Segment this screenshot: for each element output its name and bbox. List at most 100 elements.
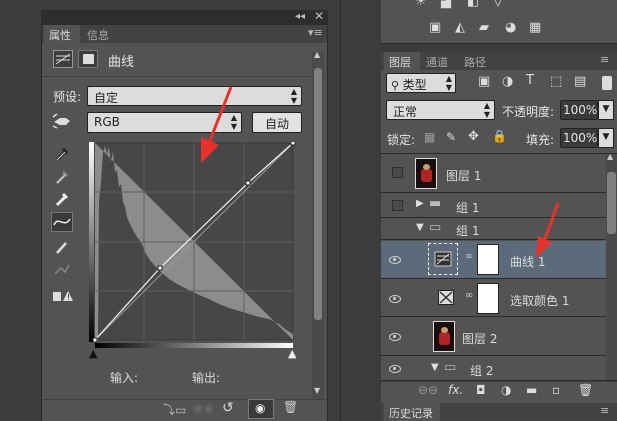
new-group-icon[interactable]: ▬ (526, 383, 537, 397)
layer-row[interactable]: ▼ ▭ 组 2 (381, 357, 617, 381)
layer-row[interactable]: ∞ 选取颜色 1 (381, 280, 617, 317)
invert-icon[interactable]: ◭ (455, 20, 465, 35)
eye-icon[interactable] (388, 255, 402, 265)
fill-input[interactable]: 100% (560, 128, 598, 148)
panel-menu-icon[interactable]: ▾≡ (308, 26, 323, 39)
warning-icon: ! (53, 291, 73, 302)
targeted-adjustment-hand-icon[interactable] (52, 113, 74, 129)
layer-row[interactable]: 图层 1 (381, 154, 617, 193)
layer-row[interactable]: ▼ ▭ 组 1 (381, 219, 617, 240)
layers-scrollbar[interactable]: ▲ (606, 152, 617, 380)
new-layer-icon[interactable]: ▫ (552, 383, 560, 397)
collapse-icon[interactable]: ◂◂ (295, 11, 305, 22)
layer-filter-dropdown[interactable]: ⚲ 类型 ▲ ▼ (386, 73, 456, 93)
visibility-toggle[interactable]: ◉ (248, 399, 274, 419)
filter-adjustment-icon[interactable]: ◑ (502, 74, 513, 89)
clip-to-layer-icon[interactable]: ⤵▭ (163, 401, 186, 418)
filter-toggle-icon[interactable] (602, 76, 612, 90)
collapse-arrow-icon[interactable]: ▼ (431, 362, 439, 373)
eye-icon[interactable] (388, 294, 402, 304)
lock-move-icon[interactable]: ✥ (468, 129, 479, 144)
curves-adjustment-icon[interactable] (53, 50, 73, 68)
curve-point[interactable] (92, 337, 98, 343)
lock-transparent-icon[interactable]: ▦ (424, 130, 435, 144)
visibility-off-box[interactable] (392, 200, 403, 211)
sample-gray-point-icon[interactable] (54, 169, 70, 185)
curve-point[interactable] (245, 180, 251, 186)
layers-panel-menu-icon[interactable]: ≡ (600, 53, 609, 66)
view-previous-icon[interactable]: ◉◉ (193, 401, 214, 415)
gradient-map-icon[interactable]: ▣ (429, 20, 441, 35)
delete-layer-icon[interactable]: 🗑 (578, 383, 593, 397)
add-mask-icon[interactable]: ◘ (476, 383, 486, 397)
curves-graph-area[interactable] (89, 140, 296, 348)
layer-style-icon[interactable]: fx. (448, 383, 463, 397)
curve-point[interactable] (290, 140, 296, 146)
fill-slider-button[interactable]: ▼ (598, 128, 614, 148)
collapse-arrow-icon[interactable]: ▼ (416, 222, 424, 233)
lock-all-icon[interactable]: 🔒 (492, 129, 507, 143)
scroll-thumb[interactable] (314, 68, 322, 320)
filter-smart-object-icon[interactable]: ▤ (574, 74, 586, 89)
lock-label: 锁定: (387, 133, 416, 147)
lock-brush-icon[interactable]: ✎ (446, 130, 456, 144)
scroll-down-icon[interactable]: ▼ (314, 386, 320, 395)
opacity-input[interactable]: 100% (560, 100, 598, 120)
exposure-icon[interactable]: ◧ (467, 0, 479, 9)
properties-scrollbar[interactable]: ▲ ▼ (312, 50, 324, 399)
visibility-off-box[interactable] (392, 167, 403, 178)
layer-row[interactable]: 图层 2 (381, 318, 617, 356)
curve-point[interactable] (157, 265, 163, 271)
new-adjustment-icon[interactable]: ◑ (501, 383, 511, 397)
blend-mode-dropdown[interactable]: 正常 ▲ ▼ (386, 100, 495, 120)
tab-info[interactable]: 信息 (82, 25, 118, 43)
delete-icon[interactable]: 🗑 (283, 400, 298, 414)
filter-pixel-icon[interactable]: ▣ (478, 74, 490, 89)
curves-graph[interactable] (89, 140, 296, 348)
draw-curve-tool[interactable] (54, 239, 70, 255)
scroll-up-icon[interactable]: ▲ (607, 152, 613, 161)
scroll-up-icon[interactable]: ▲ (314, 50, 320, 59)
clipping-warning-tool[interactable]: ! (52, 287, 74, 303)
annotation-arrow-icon (536, 202, 560, 258)
tab-properties[interactable]: 属性 (44, 25, 80, 43)
filter-shape-icon[interactable]: ⬚ (550, 74, 562, 89)
auto-button[interactable]: 自动 (252, 112, 302, 133)
eye-icon[interactable] (388, 332, 402, 342)
reset-icon[interactable]: ↺ (222, 400, 234, 416)
layer-mask-thumbnail[interactable] (477, 244, 499, 275)
layer-row-selected[interactable]: ∞ 曲线 1 (381, 241, 617, 279)
link-layers-icon[interactable]: ⊖⊖ (418, 383, 438, 397)
filter-type-icon[interactable]: T (526, 73, 534, 88)
selective-color-icon[interactable]: ◕ (505, 20, 516, 35)
levels-icon[interactable]: ▟ (441, 0, 451, 9)
smooth-curve-tool[interactable] (53, 262, 71, 278)
sample-black-point-icon[interactable] (54, 146, 70, 162)
brightness-icon[interactable]: ☀ (415, 0, 427, 9)
scroll-thumb[interactable] (607, 172, 616, 234)
layer-row[interactable]: ▶ ▬ 组 1 (381, 194, 617, 218)
threshold-icon[interactable]: ▰ (479, 20, 489, 35)
tab-paths[interactable]: 路径 (459, 52, 495, 70)
mask-icon[interactable] (78, 50, 98, 68)
tab-channels[interactable]: 通道 (421, 52, 457, 70)
chain-link-icon[interactable]: ∞ (465, 251, 473, 262)
sample-white-point-icon[interactable] (54, 191, 70, 207)
tab-history[interactable]: 历史记录 (384, 403, 440, 421)
white-point-slider-icon[interactable]: ▲ (288, 347, 296, 360)
auto-button-label: 自动 (264, 117, 289, 131)
color-lookup-icon[interactable]: ▦ (529, 20, 541, 35)
chain-link-icon[interactable]: ∞ (465, 290, 473, 301)
horizontal-gradient-bar (95, 343, 293, 348)
expand-arrow-icon[interactable]: ▶ (416, 198, 424, 209)
black-point-slider-icon[interactable]: ▲ (89, 347, 97, 360)
eye-icon[interactable] (388, 364, 402, 374)
close-icon[interactable]: ✕ (314, 9, 324, 23)
curve-edit-points-tool[interactable] (51, 212, 73, 232)
vibrance-icon[interactable]: ▽ (493, 0, 503, 9)
tab-layers[interactable]: 图层 (384, 52, 420, 70)
opacity-slider-button[interactable]: ▼ (598, 100, 614, 120)
panel-collapse-bar[interactable]: ◂◂ ✕ (41, 9, 328, 25)
layer-mask-thumbnail[interactable] (477, 283, 499, 314)
history-panel-menu-icon[interactable]: ≡ (600, 404, 609, 417)
